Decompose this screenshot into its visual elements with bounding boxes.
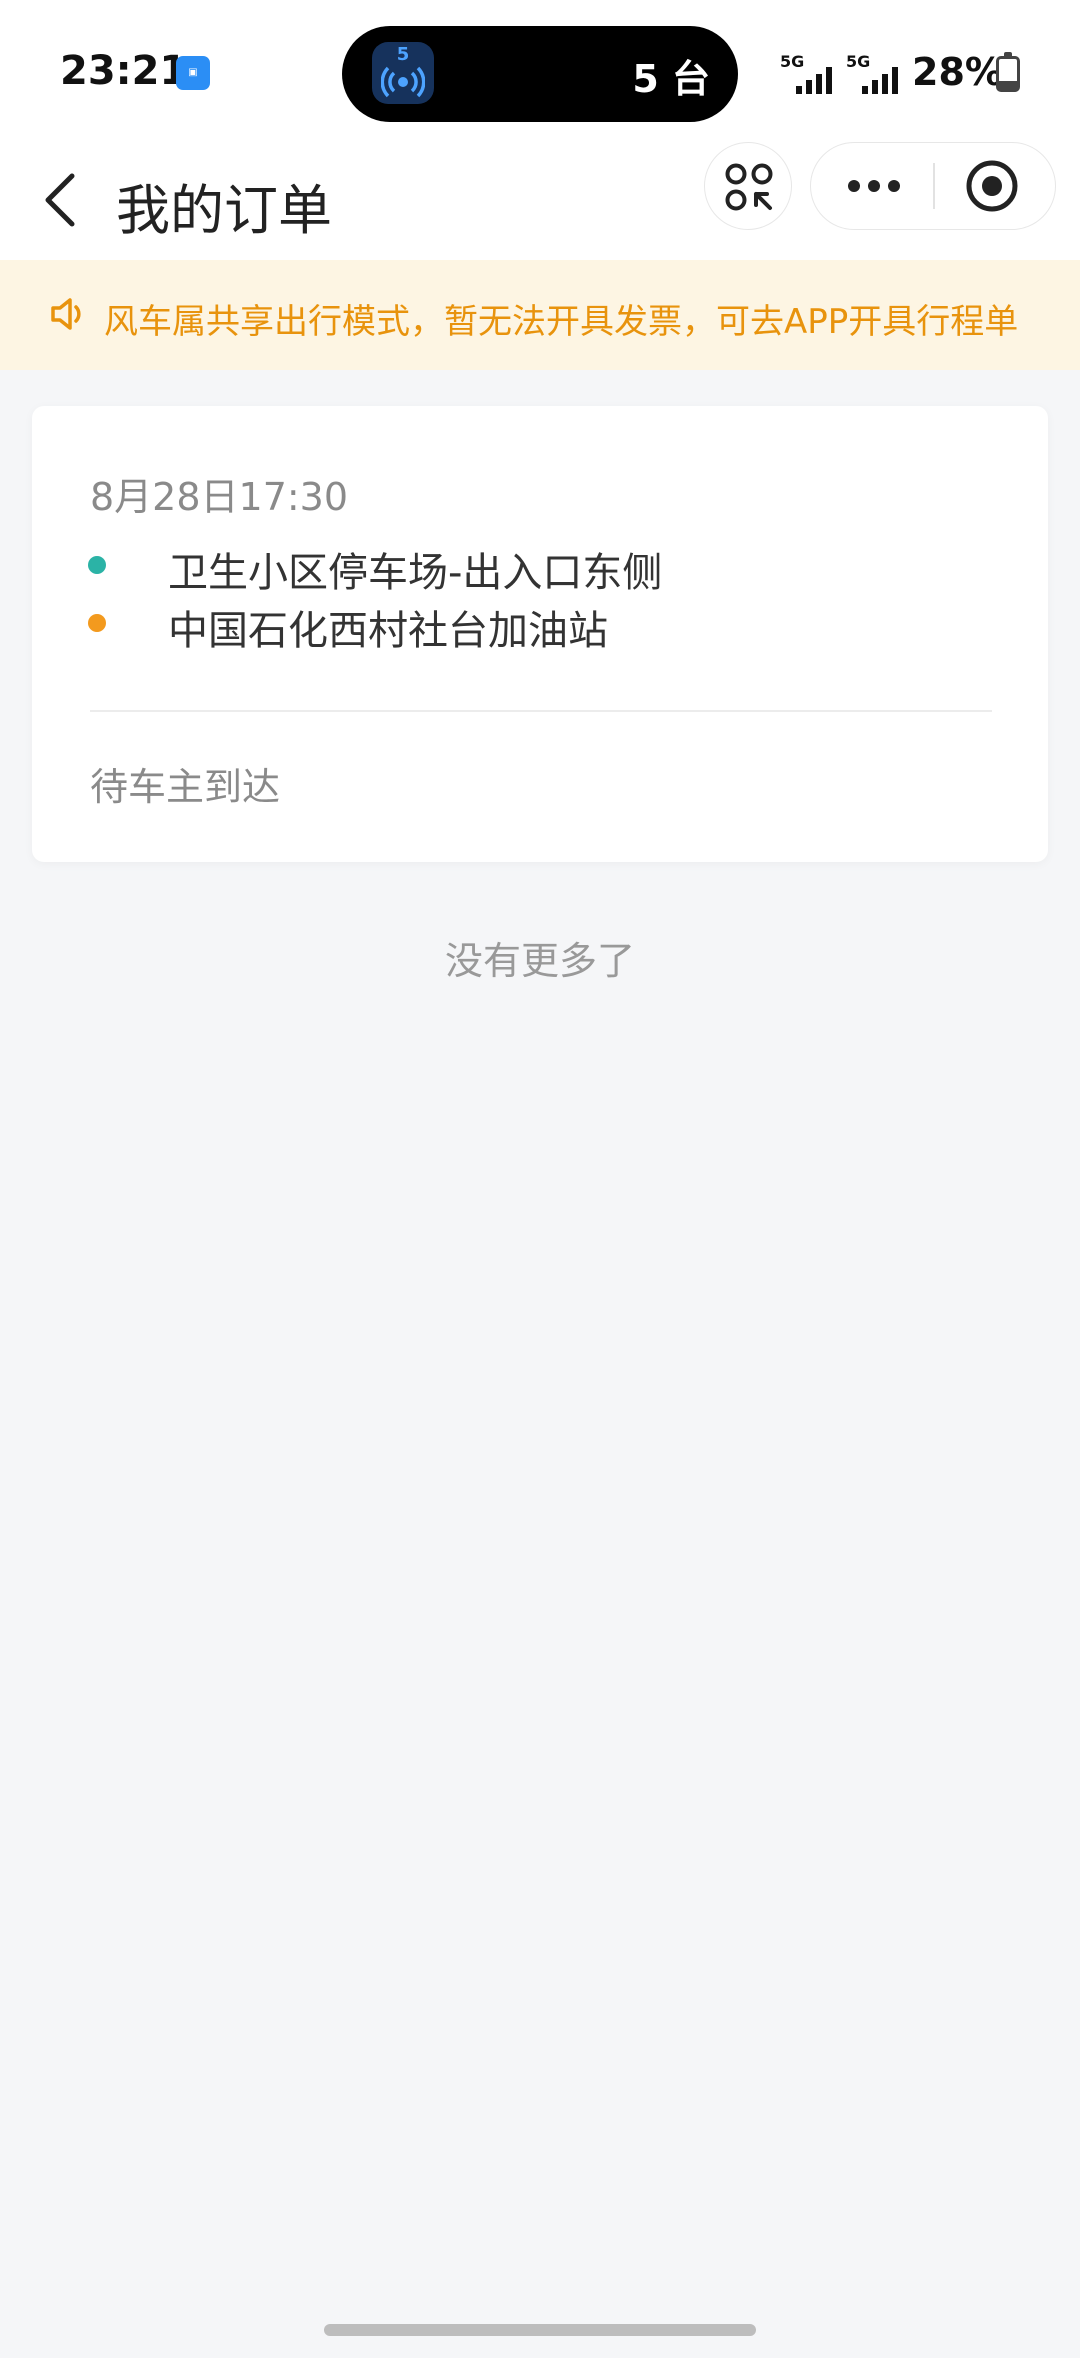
status-bar: 23:21 ▣ 5 5 台 5G 5G 28% (0, 0, 1080, 140)
back-button[interactable] (30, 158, 110, 238)
battery-icon (996, 52, 1020, 92)
nav-header: 我的订单 (0, 140, 1080, 260)
more-dots-icon (848, 180, 900, 192)
notice-text: 风车属共享出行模式，暂无法开具发票，可去APP开具行程单 (104, 302, 1019, 342)
chevron-left-icon (45, 173, 75, 227)
speaker-icon (51, 298, 81, 330)
start-location: 卫生小区停车场-出入口东侧 (168, 550, 663, 596)
close-miniprogram-button[interactable] (935, 143, 1057, 229)
more-button[interactable] (811, 143, 933, 229)
end-dot-icon (88, 614, 106, 632)
notice-banner: 风车属共享出行模式，暂无法开具发票，可去APP开具行程单 (0, 260, 1080, 370)
order-card[interactable]: 8月28日17:30 卫生小区停车场-出入口东侧 中国石化西村社台加油站 待车主… (32, 406, 1048, 862)
battery-fill (999, 80, 1017, 89)
status-time: 23:21 (60, 48, 188, 94)
start-dot-icon (88, 556, 106, 574)
page-title: 我的订单 (116, 179, 332, 242)
app-notification-icon: ▣ (176, 56, 210, 90)
miniprogram-capsule (810, 142, 1056, 230)
card-divider (90, 710, 992, 712)
home-indicator[interactable] (324, 2324, 756, 2336)
list-end-text: 没有更多了 (444, 939, 635, 983)
island-text: 5 台 (632, 57, 710, 101)
order-date: 8月28日17:30 (90, 475, 349, 519)
target-circle-icon (966, 160, 1018, 212)
battery-percent: 28% (912, 50, 1003, 94)
share-button[interactable] (704, 142, 792, 230)
dynamic-island[interactable]: 5 5 台 (342, 26, 738, 122)
broadcast-icon: 5 (372, 42, 434, 104)
end-location: 中国石化西村社台加油站 (168, 608, 608, 654)
order-status: 待车主到达 (90, 765, 281, 809)
share-circles-icon (725, 163, 773, 211)
